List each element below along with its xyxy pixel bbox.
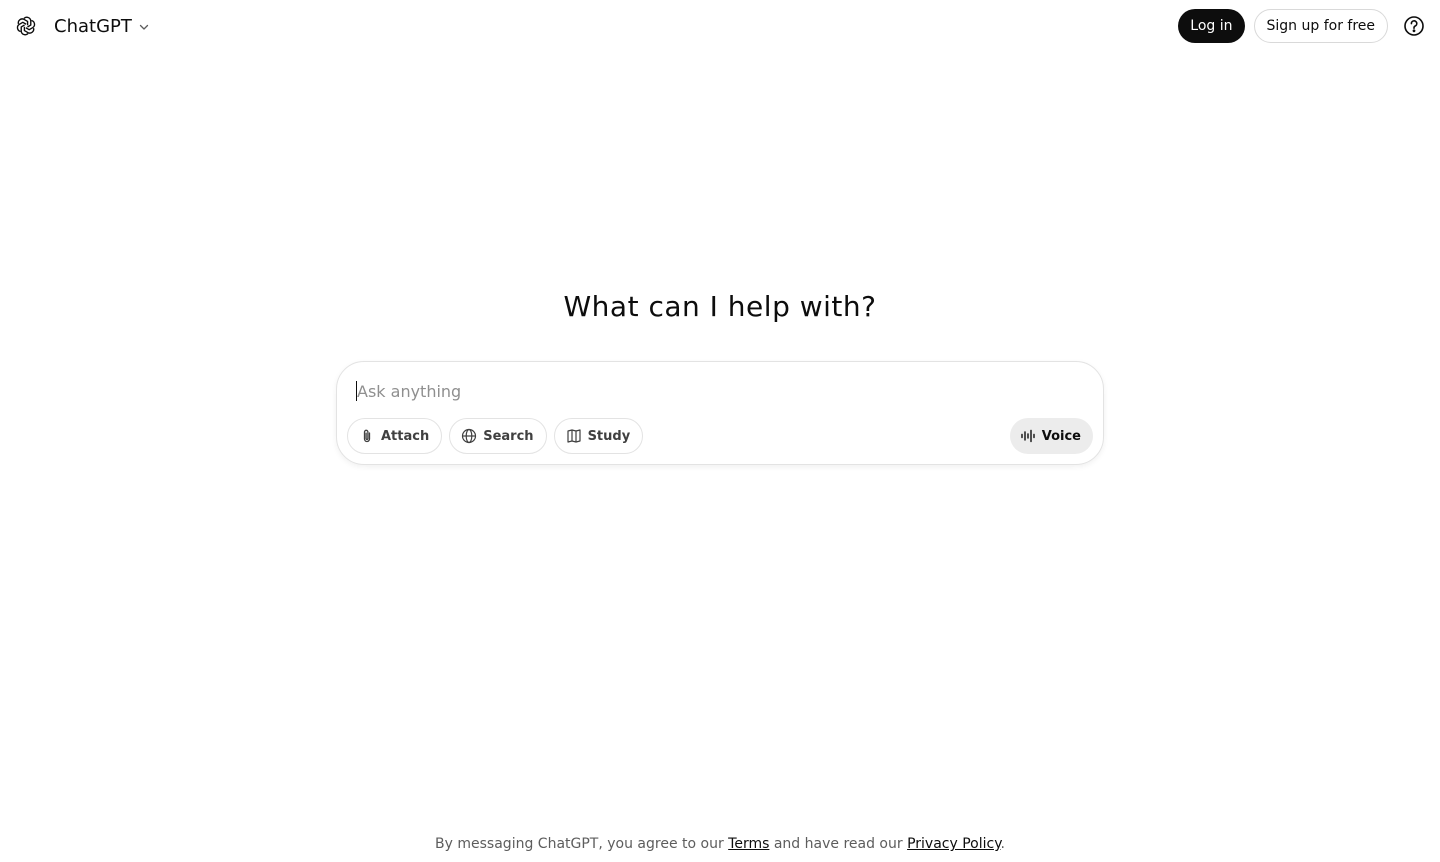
chevron-down-icon: [138, 21, 150, 33]
book-icon: [566, 428, 582, 444]
privacy-policy-link[interactable]: Privacy Policy: [907, 836, 1000, 852]
header-right: Log in Sign up for free: [1178, 9, 1426, 43]
signup-button[interactable]: Sign up for free: [1253, 9, 1388, 43]
study-label: Study: [587, 428, 631, 444]
globe-icon: [461, 428, 477, 444]
prompt-input[interactable]: [357, 378, 1077, 404]
openai-logo-icon[interactable]: [14, 14, 38, 38]
attach-label: Attach: [381, 428, 430, 444]
help-icon[interactable]: [1402, 14, 1426, 38]
footer-middle: and have read our: [769, 836, 908, 852]
attach-button[interactable]: Attach: [347, 418, 443, 454]
footer-suffix: .: [1000, 836, 1005, 852]
voice-button[interactable]: Voice: [1009, 418, 1093, 454]
terms-link[interactable]: Terms: [728, 836, 769, 852]
top-bar: ChatGPT Log in Sign up for free: [0, 0, 1440, 52]
header-left: ChatGPT: [14, 14, 150, 38]
paperclip-icon: [359, 428, 375, 444]
text-caret: [356, 381, 357, 401]
page-headline: What can I help with?: [563, 290, 877, 323]
voice-waveform-icon: [1020, 428, 1036, 444]
model-switcher[interactable]: ChatGPT: [54, 16, 150, 37]
legal-footer: By messaging ChatGPT, you agree to our T…: [0, 836, 1440, 852]
model-switcher-label: ChatGPT: [54, 15, 132, 37]
footer-prefix: By messaging ChatGPT, you agree to our: [435, 836, 729, 852]
login-button[interactable]: Log in: [1178, 9, 1245, 43]
study-button[interactable]: Study: [553, 418, 644, 454]
voice-label: Voice: [1041, 428, 1081, 444]
composer-tools: Attach Search Study: [347, 418, 650, 454]
search-button[interactable]: Search: [449, 418, 547, 454]
search-label: Search: [483, 428, 534, 444]
composer: Attach Search Study: [336, 361, 1104, 465]
